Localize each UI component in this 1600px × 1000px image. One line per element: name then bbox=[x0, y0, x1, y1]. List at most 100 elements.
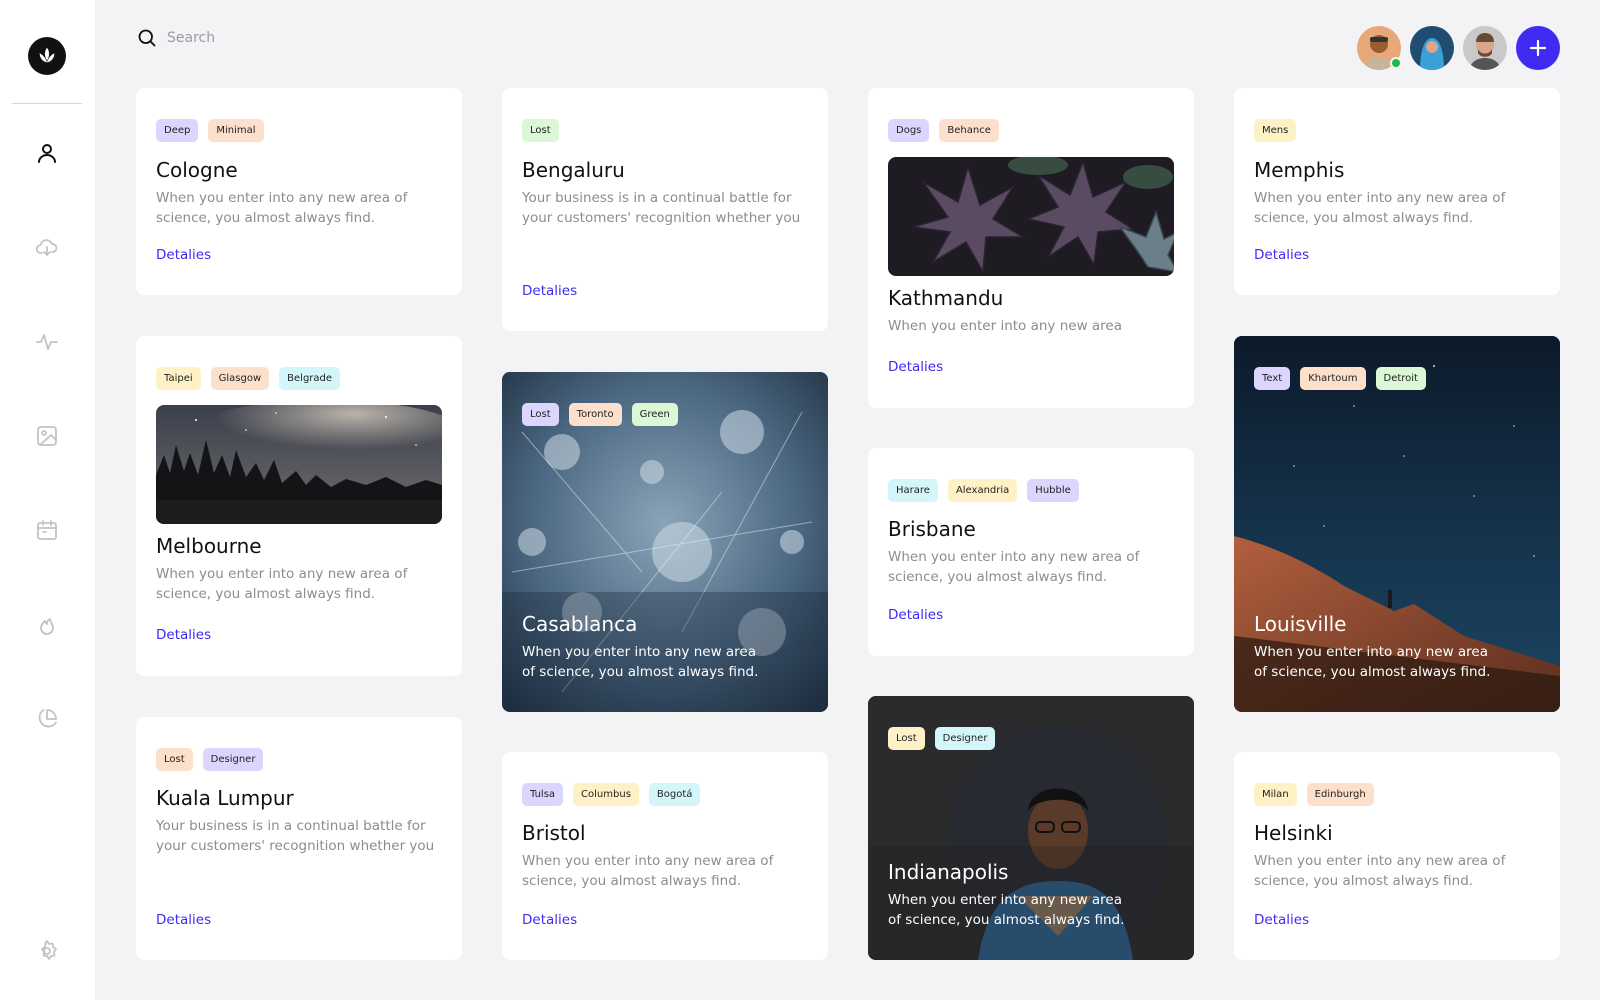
tag[interactable]: Columbus bbox=[573, 783, 639, 806]
tag-list: Dogs Behance bbox=[888, 119, 999, 142]
tag[interactable]: Toronto bbox=[568, 403, 622, 426]
nav-calendar[interactable] bbox=[33, 516, 61, 544]
card-title: Brisbane bbox=[888, 517, 976, 541]
nav-profile[interactable] bbox=[33, 139, 61, 167]
search-bar bbox=[137, 27, 437, 49]
nav-trending[interactable] bbox=[33, 611, 61, 639]
tag[interactable]: Designer bbox=[934, 727, 996, 750]
details-link[interactable]: Detalies bbox=[156, 627, 211, 643]
avatar-image bbox=[1410, 26, 1454, 70]
details-link[interactable]: Detalies bbox=[1254, 912, 1309, 928]
avatar-user-2[interactable] bbox=[1410, 26, 1454, 70]
tag[interactable]: Khartoum bbox=[1300, 367, 1366, 390]
nav-downloads[interactable] bbox=[33, 234, 61, 262]
nav-gallery[interactable] bbox=[33, 422, 61, 450]
card-indianapolis: Lost Designer Indianapolis When you ente… bbox=[868, 696, 1194, 960]
tag-list: Harare Alexandria Hubble bbox=[888, 479, 1079, 502]
tag[interactable]: Belgrade bbox=[279, 367, 341, 390]
card-description: When you enter into any new area of scie… bbox=[888, 549, 1140, 585]
card-title: Memphis bbox=[1254, 158, 1345, 182]
tag[interactable]: Edinburgh bbox=[1306, 783, 1374, 806]
card-title: Kathmandu bbox=[888, 286, 1004, 310]
card-description: Your business is in a continual battle f… bbox=[522, 190, 801, 226]
nav-settings[interactable] bbox=[33, 937, 61, 965]
card-description: When you enter into any new area of scie… bbox=[888, 892, 1125, 928]
sidebar bbox=[0, 0, 95, 1000]
add-button[interactable] bbox=[1516, 26, 1560, 70]
tag[interactable]: Taipei bbox=[156, 367, 201, 390]
tag-list: Text Khartoum Detroit bbox=[1254, 367, 1426, 390]
nav-activity[interactable] bbox=[33, 328, 61, 356]
card-bristol: Tulsa Columbus Bogotá Bristol When you e… bbox=[502, 752, 828, 960]
card-kuala-lumpur: Lost Designer Kuala Lumpur Your business… bbox=[136, 717, 462, 960]
tag[interactable]: Behance bbox=[939, 119, 999, 142]
search-input[interactable] bbox=[167, 30, 417, 46]
tag-list: Lost Designer bbox=[888, 727, 996, 750]
app-logo[interactable] bbox=[28, 37, 66, 75]
tag[interactable]: Lost bbox=[156, 748, 193, 771]
gear-icon bbox=[41, 940, 57, 960]
flame-icon bbox=[40, 618, 54, 635]
card-title: Casablanca bbox=[522, 612, 638, 636]
tag[interactable]: Mens bbox=[1254, 119, 1297, 142]
card-brisbane: Harare Alexandria Hubble Brisbane When y… bbox=[868, 448, 1194, 656]
details-link[interactable]: Detalies bbox=[522, 912, 577, 928]
details-link[interactable]: Detalies bbox=[156, 912, 211, 928]
card-title: Bengaluru bbox=[522, 158, 625, 182]
tag[interactable]: Lost bbox=[522, 119, 559, 142]
avatar-user-1[interactable] bbox=[1357, 26, 1402, 70]
tag[interactable]: Alexandria bbox=[947, 479, 1018, 502]
card-image-succulents bbox=[888, 157, 1174, 276]
card-kathmandu: Dogs Behance Kathmandu When you enter in… bbox=[868, 88, 1194, 408]
calendar-icon bbox=[37, 520, 57, 540]
tag[interactable]: Designer bbox=[202, 748, 264, 771]
online-status-dot bbox=[1390, 57, 1402, 69]
details-link[interactable]: Detalies bbox=[888, 607, 943, 623]
card-title: Louisville bbox=[1254, 612, 1347, 636]
pie-chart-icon bbox=[38, 709, 57, 728]
card-title: Melbourne bbox=[156, 534, 262, 558]
tag[interactable]: Glasgow bbox=[210, 367, 270, 390]
tag[interactable]: Text bbox=[1254, 367, 1291, 390]
details-link[interactable]: Detalies bbox=[888, 359, 943, 375]
card-description: When you enter into any new area of scie… bbox=[522, 644, 759, 680]
tag-list: Milan Edinburgh bbox=[1254, 783, 1374, 806]
tag-list: Deep Minimal bbox=[156, 119, 264, 142]
tag[interactable]: Deep bbox=[156, 119, 199, 142]
card-title: Kuala Lumpur bbox=[156, 786, 294, 810]
card-description: When you enter into any new area of scie… bbox=[1254, 644, 1491, 680]
tag-list: Lost bbox=[522, 119, 559, 142]
card-cologne: Deep Minimal Cologne When you enter into… bbox=[136, 88, 462, 295]
tag[interactable]: Harare bbox=[888, 479, 938, 502]
details-link[interactable]: Detalies bbox=[1254, 247, 1309, 263]
sidebar-divider bbox=[12, 103, 82, 104]
details-link[interactable]: Detalies bbox=[522, 283, 577, 299]
nav-reports[interactable] bbox=[33, 705, 61, 733]
card-description: When you enter into any new area of scie… bbox=[156, 190, 408, 226]
avatar-user-3[interactable] bbox=[1463, 26, 1507, 70]
search-icon bbox=[138, 29, 156, 47]
tag[interactable]: Minimal bbox=[208, 119, 264, 142]
card-title: Helsinki bbox=[1254, 821, 1333, 845]
details-link[interactable]: Detalies bbox=[156, 247, 211, 263]
tag-list: Taipei Glasgow Belgrade bbox=[156, 367, 341, 390]
card-louisville: Text Khartoum Detroit Louisville When yo… bbox=[1234, 336, 1560, 712]
tag[interactable]: Detroit bbox=[1375, 367, 1426, 390]
tag[interactable]: Tulsa bbox=[522, 783, 564, 806]
tag[interactable]: Green bbox=[631, 403, 678, 426]
tag[interactable]: Dogs bbox=[888, 119, 930, 142]
card-memphis: Mens Memphis When you enter into any new… bbox=[1234, 88, 1560, 295]
card-description: Your business is in a continual battle f… bbox=[156, 818, 435, 854]
avatar-image bbox=[1463, 26, 1507, 70]
leaf-icon bbox=[39, 47, 55, 63]
tag[interactable]: Lost bbox=[888, 727, 925, 750]
card-casablanca: Lost Toronto Green Casablanca When you e… bbox=[502, 372, 828, 712]
tag[interactable]: Lost bbox=[522, 403, 559, 426]
tag[interactable]: Bogotá bbox=[648, 783, 701, 806]
card-description: When you enter into any new area of scie… bbox=[156, 566, 408, 602]
tag-list: Lost Toronto Green bbox=[522, 403, 678, 426]
tag[interactable]: Milan bbox=[1254, 783, 1297, 806]
card-description: When you enter into any new area of scie… bbox=[1254, 190, 1506, 226]
card-helsinki: Milan Edinburgh Helsinki When you enter … bbox=[1234, 752, 1560, 960]
tag[interactable]: Hubble bbox=[1027, 479, 1079, 502]
